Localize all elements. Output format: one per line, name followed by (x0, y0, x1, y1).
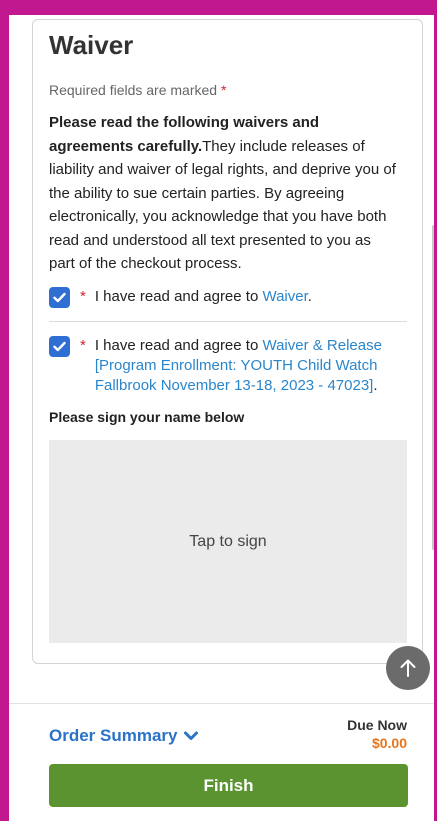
agreement-prefix: I have read and agree to (94, 337, 263, 354)
order-summary-label: Order Summary (49, 726, 178, 745)
due-now-label: Due Now (347, 717, 407, 733)
waiver-intro: Please read the following waivers and ag… (49, 111, 397, 276)
waiver-link[interactable]: Waiver (262, 288, 307, 305)
chevron-down-icon (183, 731, 198, 740)
signature-placeholder: Tap to sign (189, 532, 267, 550)
required-marker: * (80, 288, 86, 305)
agreement-text: I have read and agree to Waiver & Releas… (95, 336, 385, 396)
required-marker: * (220, 82, 227, 98)
waiver-intro-text: They include releases of liability and w… (49, 137, 396, 273)
agreement-divider (49, 321, 407, 322)
agreement-text: I have read and agree to Waiver. (95, 287, 312, 307)
footer-divider (9, 703, 434, 704)
agreement-row-waiver-release: * I have read and agree to Waiver & Rele… (49, 336, 409, 396)
agreement-checkbox-waiver-release[interactable] (49, 336, 70, 357)
agreement-suffix: . (307, 288, 312, 305)
signature-pad[interactable]: Tap to sign (49, 440, 407, 643)
page-title: Waiver (49, 30, 134, 60)
arrow-up-icon (400, 659, 416, 677)
scroll-to-top-button[interactable] (386, 646, 430, 690)
signature-label: Please sign your name below (49, 409, 245, 425)
checkmark-icon (53, 292, 66, 303)
finish-button[interactable]: Finish (49, 764, 408, 807)
scrollbar[interactable] (432, 225, 434, 550)
required-marker: * (80, 337, 86, 354)
due-now-amount: $0.00 (371, 735, 407, 751)
agreement-checkbox-waiver[interactable] (49, 287, 70, 308)
required-fields-note: Required fields are marked * (49, 82, 226, 98)
order-summary-toggle[interactable]: Order Summary (49, 726, 198, 746)
checkmark-icon (53, 341, 66, 352)
agreement-suffix: . (373, 377, 378, 394)
agreement-row-waiver: * I have read and agree to Waiver. (49, 287, 409, 308)
required-fields-text: Required fields are marked (49, 82, 218, 98)
agreement-prefix: I have read and agree to (94, 288, 263, 305)
